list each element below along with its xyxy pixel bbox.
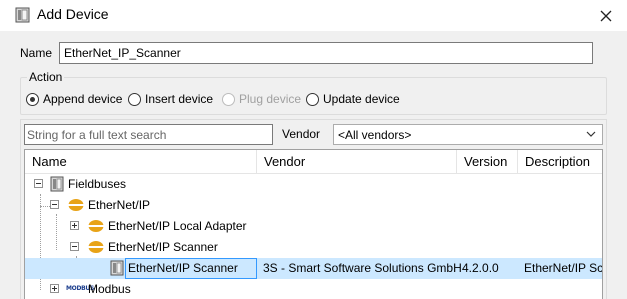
modbus-icon: MODBUS: [66, 285, 95, 292]
device-icon: [15, 7, 30, 23]
column-header-name[interactable]: Name: [25, 150, 257, 174]
tree-label: EtherNet/IP: [88, 198, 151, 212]
radio-icon: [222, 92, 235, 106]
append-device-label: Append device: [43, 92, 123, 106]
radio-icon: [128, 92, 141, 106]
close-icon: [600, 10, 612, 22]
tree-row-ethernet-ip[interactable]: EtherNet/IP: [25, 195, 602, 216]
fieldbus-icon: [50, 176, 64, 192]
tree-row-scanner-folder[interactable]: EtherNet/IP Scanner: [25, 237, 602, 258]
update-device-radio[interactable]: Update device: [306, 92, 400, 106]
ethernet-ip-icon: [88, 241, 104, 253]
insert-device-label: Insert device: [145, 92, 214, 106]
name-label: Name: [20, 46, 53, 60]
window-title: Add Device: [37, 6, 109, 22]
device-vendor: 3S - Smart Software Solutions GmbH: [263, 261, 462, 275]
plug-device-radio: Plug device: [222, 92, 301, 106]
ethernet-ip-icon: [88, 220, 104, 232]
title-bar: Add Device: [0, 0, 627, 31]
update-device-label: Update device: [323, 92, 400, 106]
device-grid: Name Vendor Version Description Fieldbus…: [24, 149, 603, 299]
insert-device-radio[interactable]: Insert device: [128, 92, 213, 106]
device-name: EtherNet/IP Scanner: [128, 261, 238, 275]
expand-icon[interactable]: [50, 284, 59, 293]
device-description: EtherNet/IP Scanner: [524, 261, 603, 275]
search-input[interactable]: String for a full text search: [24, 124, 273, 145]
radio-icon: [306, 92, 319, 106]
tree-label: EtherNet/IP Local Adapter: [108, 219, 247, 233]
device-icon: [110, 260, 124, 276]
collapse-icon[interactable]: [70, 242, 79, 251]
plug-device-label: Plug device: [239, 92, 302, 106]
radio-checked-icon: [26, 92, 39, 106]
close-button[interactable]: [595, 5, 617, 27]
name-field[interactable]: EtherNet_IP_Scanner: [59, 42, 593, 64]
column-header-version[interactable]: Version: [457, 150, 518, 174]
column-header-vendor[interactable]: Vendor: [257, 150, 457, 174]
tree-label: Modbus: [88, 282, 131, 296]
collapse-icon[interactable]: [50, 200, 59, 209]
append-device-radio[interactable]: Append device: [26, 92, 122, 106]
vendor-label: Vendor: [282, 127, 321, 141]
ethernet-ip-icon: [68, 199, 84, 211]
collapse-icon[interactable]: [34, 179, 43, 188]
grid-header: Name Vendor Version Description: [25, 150, 602, 174]
vendor-selected: <All vendors>: [338, 128, 412, 142]
vendor-dropdown[interactable]: <All vendors>: [333, 124, 603, 145]
tree-label: EtherNet/IP Scanner: [108, 240, 218, 254]
action-legend: Action: [27, 70, 65, 84]
expand-icon[interactable]: [70, 221, 79, 230]
tree-label: Fieldbuses: [68, 177, 127, 191]
tree-row-scanner-device[interactable]: EtherNet/IP Scanner 3S - Smart Software …: [25, 258, 603, 279]
chevron-down-icon: [586, 131, 596, 137]
column-header-description[interactable]: Description: [518, 150, 602, 174]
device-version: 4.2.0.0: [462, 261, 499, 275]
tree-row-modbus[interactable]: MODBUS Modbus: [25, 279, 602, 299]
tree-row-fieldbuses[interactable]: Fieldbuses: [25, 174, 602, 195]
tree-row-local-adapter[interactable]: EtherNet/IP Local Adapter: [25, 216, 602, 237]
